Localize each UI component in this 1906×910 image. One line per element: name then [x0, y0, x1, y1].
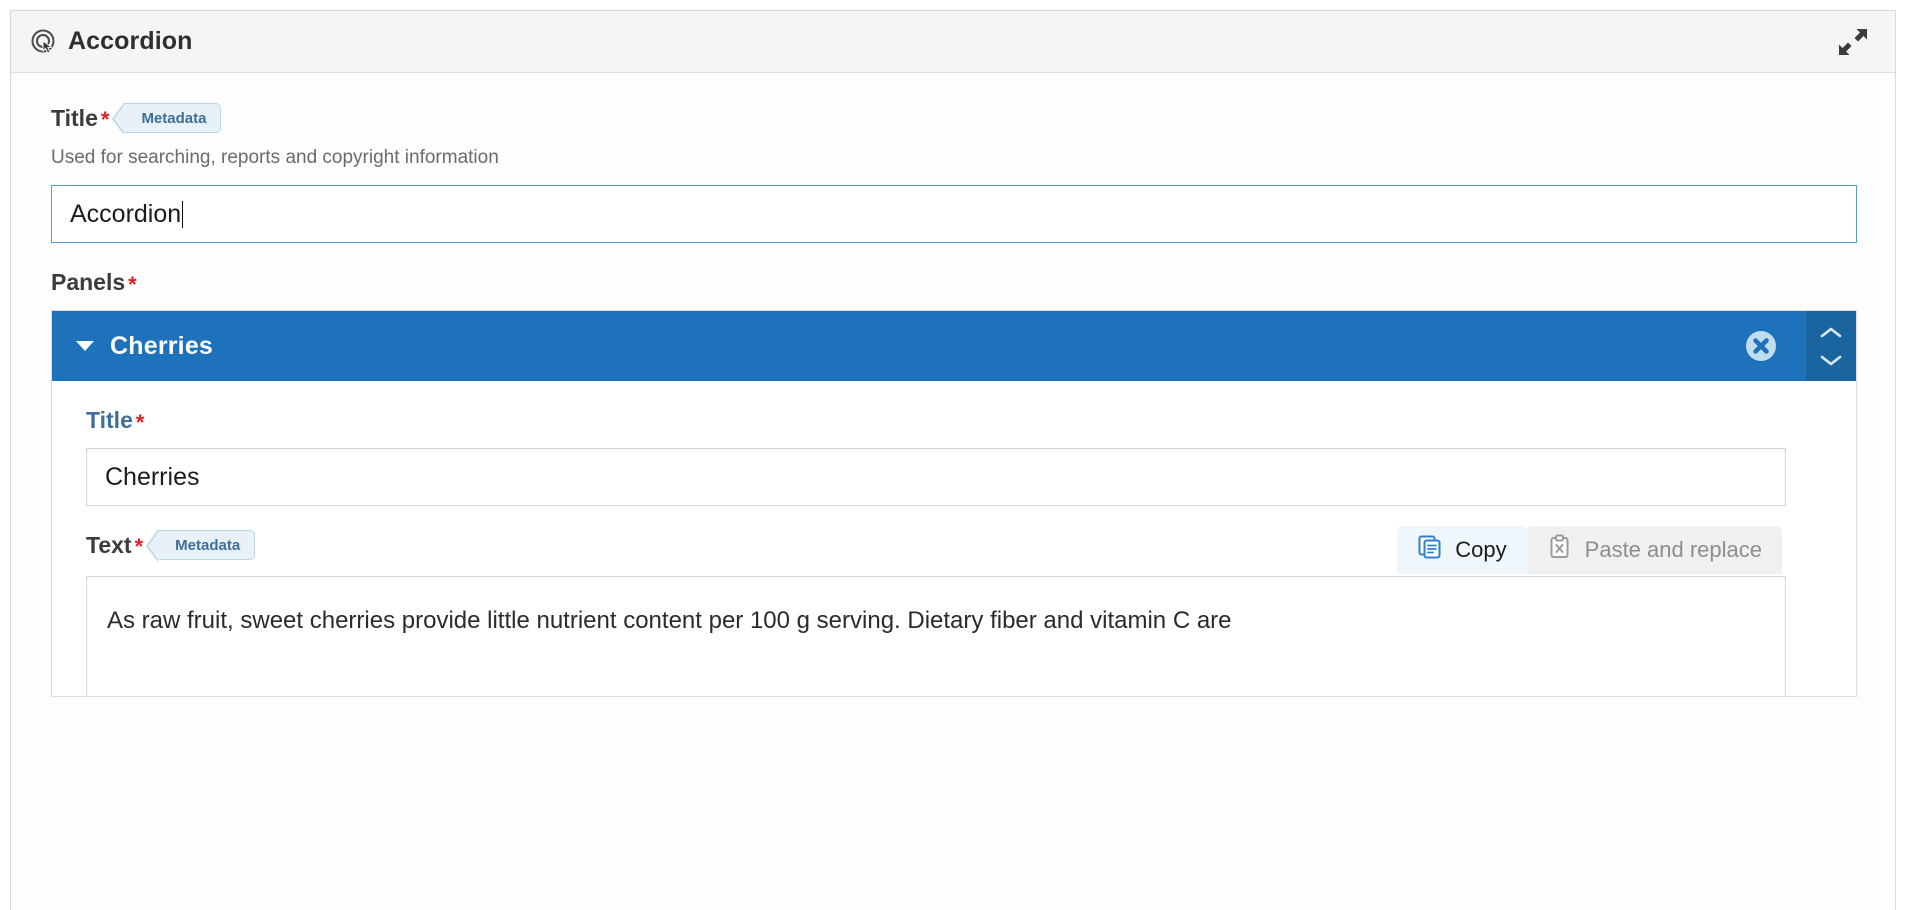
panel-title-required-marker: *: [136, 412, 145, 434]
paste-and-replace-button[interactable]: Paste and replace: [1527, 526, 1782, 574]
title-input-value: Accordion: [70, 200, 181, 229]
window-titlebar: Accordion: [11, 11, 1895, 73]
panel-list: Cherries: [51, 310, 1857, 697]
expand-diagonal-icon[interactable]: [1833, 22, 1873, 62]
panel-header-cherries[interactable]: Cherries: [52, 311, 1856, 381]
panel-text-required-marker: *: [135, 536, 144, 558]
cursor-target-icon: [31, 29, 57, 55]
title-description: Used for searching, reports and copyrigh…: [51, 147, 1855, 169]
window-title: Accordion: [68, 27, 193, 56]
panel-title-field-label: Title: [86, 407, 133, 434]
panel-body: Title * Cherries Text * Metadata: [52, 381, 1856, 696]
title-label: Title: [51, 105, 98, 132]
paste-button-label: Paste and replace: [1585, 537, 1762, 563]
panel-title-label-row: Title *: [86, 407, 1822, 434]
panels-label-row: Panels *: [51, 269, 1855, 296]
metadata-badge-title[interactable]: Metadata: [123, 103, 221, 133]
panels-label: Panels: [51, 269, 125, 296]
panel-text-field-block: Text * Metadata: [86, 530, 1822, 696]
chevron-down-icon[interactable]: [1818, 351, 1844, 369]
panel-text-field-label: Text: [86, 532, 132, 559]
copy-button[interactable]: Copy: [1397, 526, 1526, 574]
panel-text-value: As raw fruit, sweet cherries provide lit…: [107, 607, 1232, 634]
title-required-marker: *: [101, 109, 110, 131]
chevron-up-icon[interactable]: [1818, 324, 1844, 342]
copy-paste-toolbar: Copy Paste and replace: [1397, 526, 1782, 574]
panel-title-input-value: Cherries: [105, 463, 199, 492]
panels-required-marker: *: [128, 274, 137, 296]
title-input[interactable]: Accordion: [51, 185, 1857, 243]
panel-title-input[interactable]: Cherries: [86, 448, 1786, 506]
panel-title-label: Cherries: [110, 332, 213, 361]
editor-body: Title * Metadata Used for searching, rep…: [11, 73, 1895, 909]
caret-down-icon[interactable]: [76, 341, 94, 351]
copy-button-label: Copy: [1455, 537, 1506, 563]
metadata-badge-text[interactable]: Metadata: [157, 530, 255, 560]
clipboard-x-icon: [1547, 534, 1573, 566]
panel-text-textarea[interactable]: As raw fruit, sweet cherries provide lit…: [86, 576, 1786, 696]
panel-order-controls: [1806, 311, 1856, 381]
title-label-row: Title * Metadata: [51, 103, 1855, 133]
text-caret: [182, 201, 183, 228]
circle-x-icon[interactable]: [1744, 329, 1778, 363]
copy-documents-icon: [1417, 534, 1443, 566]
content-editor-frame: Accordion Title * Metadata Used for sear…: [10, 10, 1896, 910]
